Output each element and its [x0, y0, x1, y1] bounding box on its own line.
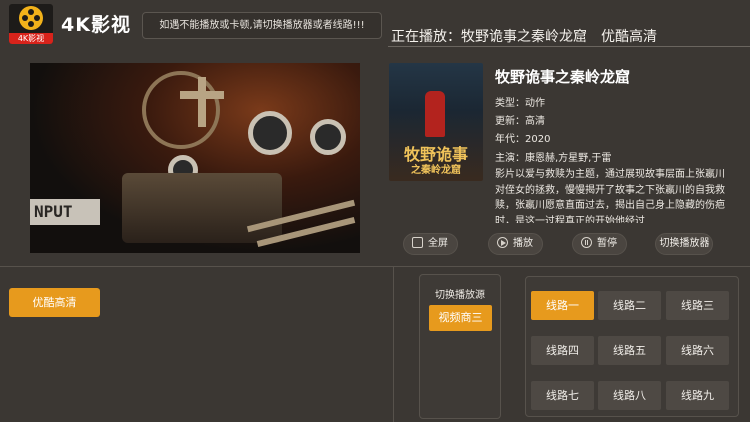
line-button-2[interactable]: 线路二: [598, 291, 661, 320]
app-title: 4K影视: [61, 14, 131, 36]
pause-label: 暂停: [597, 238, 617, 249]
movie-poster: 牧野诡事 之秦岭龙窟: [389, 63, 483, 181]
header-divider: [388, 46, 750, 47]
line-button-4[interactable]: 线路四: [531, 336, 594, 365]
source-label: 切换播放源: [435, 290, 485, 301]
switch-player-button[interactable]: 切换播放器: [655, 233, 713, 255]
movie-title: 牧野诡事之秦岭龙窟: [495, 68, 631, 86]
line-button-8[interactable]: 线路八: [598, 381, 661, 410]
video-player[interactable]: NPUT: [30, 63, 360, 253]
movie-year: 年代：2020: [495, 134, 551, 145]
fullscreen-icon: [412, 237, 423, 248]
now-playing: 正在播放：牧野诡事之秦岭龙窟 优酷高清: [391, 26, 661, 46]
line-button-1[interactable]: 线路一: [531, 291, 594, 320]
source-panel: 切换播放源 视频商三: [419, 274, 501, 419]
player-overlay-text: NPUT: [30, 199, 100, 225]
movie-type: 类型：动作: [495, 98, 545, 109]
now-playing-title: 牧野诡事之秦岭龙窟: [461, 29, 587, 45]
notice-banner: 如遇不能播放或卡顿,请切换播放器或者线路!!!: [142, 12, 382, 39]
now-playing-prefix: 正在播放：: [391, 29, 461, 45]
poster-subtitle: 之秦岭龙窟: [411, 165, 461, 176]
fullscreen-button[interactable]: 全屏: [403, 233, 458, 255]
app-window: 4K影视 4K影视 如遇不能播放或卡顿,请切换播放器或者线路!!! 正在播放：牧…: [0, 0, 750, 422]
panel-divider: [393, 267, 394, 422]
pause-button[interactable]: 暂停: [572, 233, 627, 255]
fullscreen-label: 全屏: [428, 238, 448, 249]
play-button[interactable]: 播放: [488, 233, 543, 255]
lines-panel: 线路一 线路二 线路三 线路四 线路五 线路六 线路七 线路八 线路九: [525, 276, 739, 417]
logo-tag: 4K影视: [9, 33, 53, 44]
line-button-3[interactable]: 线路三: [666, 291, 729, 320]
line-button-6[interactable]: 线路六: [666, 336, 729, 365]
switch-player-label: 切换播放器: [659, 238, 710, 249]
movie-cast: 主演：康恩赫,方星野,于雷: [495, 153, 612, 164]
movie-update: 更新：高清: [495, 116, 545, 127]
play-label: 播放: [513, 238, 533, 249]
play-icon: [497, 237, 508, 248]
app-logo: 4K影视: [9, 4, 53, 44]
line-button-7[interactable]: 线路七: [531, 381, 594, 410]
line-button-9[interactable]: 线路九: [666, 381, 729, 410]
source-button[interactable]: 视频商三: [429, 305, 492, 331]
section-divider: [0, 266, 750, 267]
now-playing-quality: 优酷高清: [601, 29, 657, 45]
movie-synopsis: 影片以爱与救赎为主题，通过展现故事层面上张嬴川对侄女的拯救，慢慢揭开了故事之下张…: [495, 169, 725, 223]
pause-icon: [581, 237, 592, 248]
line-button-5[interactable]: 线路五: [598, 336, 661, 365]
gear-shape: [142, 71, 220, 149]
quality-button[interactable]: 优酷高清: [9, 288, 100, 317]
film-reel-icon: [19, 6, 43, 30]
horn-shape: [248, 111, 292, 155]
